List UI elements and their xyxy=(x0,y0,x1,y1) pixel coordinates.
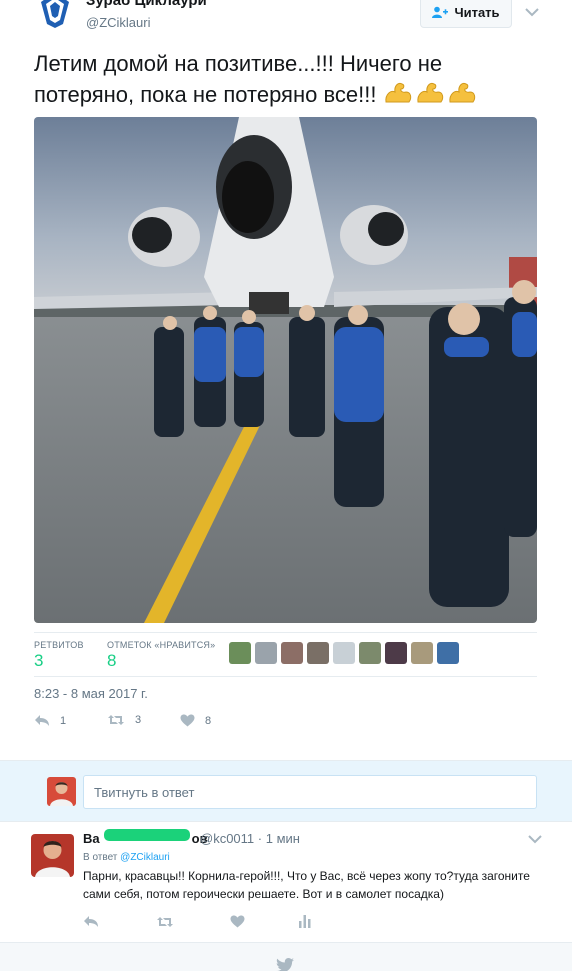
flexed-biceps-icon xyxy=(449,83,475,103)
retweet-action[interactable]: 3 xyxy=(107,714,141,726)
flexed-biceps-icon xyxy=(417,83,443,103)
reply-icon xyxy=(35,715,49,726)
retweets-label[interactable]: РЕТВИТОВ xyxy=(34,640,84,650)
retweet-icon xyxy=(108,715,124,725)
in-reply-to: В ответ @ZCiklauri xyxy=(83,852,170,863)
add-user-icon xyxy=(432,6,449,18)
retweets-count[interactable]: 3 xyxy=(34,651,43,671)
reply-icon[interactable] xyxy=(83,915,99,928)
liker-avatar[interactable] xyxy=(359,642,381,664)
like-action[interactable]: 8 xyxy=(180,714,211,727)
liker-avatar[interactable] xyxy=(437,642,459,664)
commenter-handle[interactable]: @kc0011 xyxy=(200,831,254,846)
current-user-avatar[interactable] xyxy=(47,777,76,806)
chevron-down-icon[interactable] xyxy=(528,834,542,844)
page-footer xyxy=(0,942,572,971)
tweet-text-content: Летим домой на позитиве...!!! Ничего не … xyxy=(34,51,443,107)
twitter-bird-icon xyxy=(276,958,294,971)
reply-tweet[interactable]: Ва ов @kc0011 · 1 мин В ответ @ZCiklauri … xyxy=(0,822,572,942)
comment-text: Парни, красавцы!! Корнила-герой!!!, Что … xyxy=(83,869,530,901)
commenter-name-start: Ва xyxy=(83,831,100,846)
likes-count[interactable]: 8 xyxy=(107,651,116,671)
emoji-group xyxy=(383,80,477,106)
name-redaction-mark xyxy=(104,829,190,841)
analytics-icon[interactable] xyxy=(299,915,311,928)
author-handle[interactable]: @ZCiklauri xyxy=(86,15,150,30)
liker-avatar[interactable] xyxy=(281,642,303,664)
reply-action[interactable]: 1 xyxy=(34,714,66,727)
flexed-biceps-icon xyxy=(385,83,411,103)
reply-composer: Твитнуть в ответ xyxy=(0,760,572,822)
liker-avatar[interactable] xyxy=(307,642,329,664)
spartak-logo-icon[interactable] xyxy=(38,0,72,30)
commenter-avatar[interactable] xyxy=(31,834,74,877)
liker-avatar[interactable] xyxy=(255,642,277,664)
heart-icon xyxy=(180,714,195,727)
reply-input[interactable]: Твитнуть в ответ xyxy=(83,775,537,809)
heart-icon[interactable] xyxy=(230,915,245,928)
in-reply-prefix: В ответ xyxy=(83,852,118,863)
likes-label[interactable]: ОТМЕТОК «НРАВИТСЯ» xyxy=(107,640,215,650)
tweet-photo[interactable] xyxy=(34,117,537,623)
follow-button[interactable]: Читать xyxy=(420,0,512,28)
liker-avatar[interactable] xyxy=(229,642,251,664)
photo-illustration xyxy=(34,117,537,623)
liker-avatar[interactable] xyxy=(385,642,407,664)
liker-avatar[interactable] xyxy=(411,642,433,664)
retweet-count: 3 xyxy=(135,714,142,726)
retweet-icon[interactable] xyxy=(156,916,174,928)
author-name[interactable]: Зураб Циклаури xyxy=(86,0,207,9)
follow-label: Читать xyxy=(454,4,500,20)
tweet-timestamp[interactable]: 8:23 - 8 мая 2017 г. xyxy=(34,686,148,701)
tweet-text: Летим домой на позитиве...!!! Ничего не … xyxy=(34,48,544,110)
liker-avatar[interactable] xyxy=(333,642,355,664)
tweet-header: Зураб Циклаури @ZCiklauri Читать xyxy=(0,0,572,40)
reply-count: 1 xyxy=(60,714,67,727)
stats-divider-bottom xyxy=(34,676,537,677)
liker-avatars xyxy=(229,642,459,664)
like-count: 8 xyxy=(205,714,212,727)
in-reply-handle-link[interactable]: @ZCiklauri xyxy=(120,852,170,863)
chevron-down-icon[interactable] xyxy=(524,6,540,18)
comment-time[interactable]: · 1 мин xyxy=(258,831,300,846)
commenter-meta: @kc0011 · 1 мин xyxy=(200,831,300,846)
